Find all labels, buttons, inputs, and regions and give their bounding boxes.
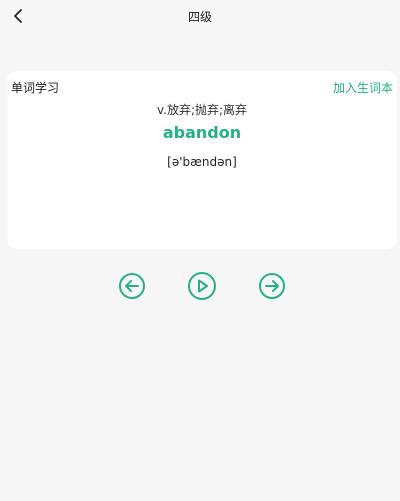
play-pronunciation-button[interactable] xyxy=(187,271,217,301)
arrow-left-circle-icon xyxy=(119,273,145,299)
add-to-vocab-button[interactable]: 加入生词本 xyxy=(333,79,393,96)
word-meaning: v.放弃;抛弃;离弃 xyxy=(156,103,248,117)
app-screen: 四级 单词学习 加入生词本 v.放弃;抛弃;离弃 abandon [ə'bænd… xyxy=(0,0,400,501)
play-circle-icon xyxy=(188,272,216,300)
arrow-right-circle-icon xyxy=(259,273,285,299)
next-word-button[interactable] xyxy=(258,272,286,300)
previous-word-button[interactable] xyxy=(118,272,146,300)
card-title: 单词学习 xyxy=(11,81,60,95)
word: abandon xyxy=(162,123,242,142)
word-card: 单词学习 加入生词本 v.放弃;抛弃;离弃 abandon [ə'bændən] xyxy=(7,71,397,249)
word-phonetic: [ə'bændən] xyxy=(167,155,237,169)
top-bar: 四级 xyxy=(0,0,400,32)
page-title: 四级 xyxy=(187,10,212,24)
